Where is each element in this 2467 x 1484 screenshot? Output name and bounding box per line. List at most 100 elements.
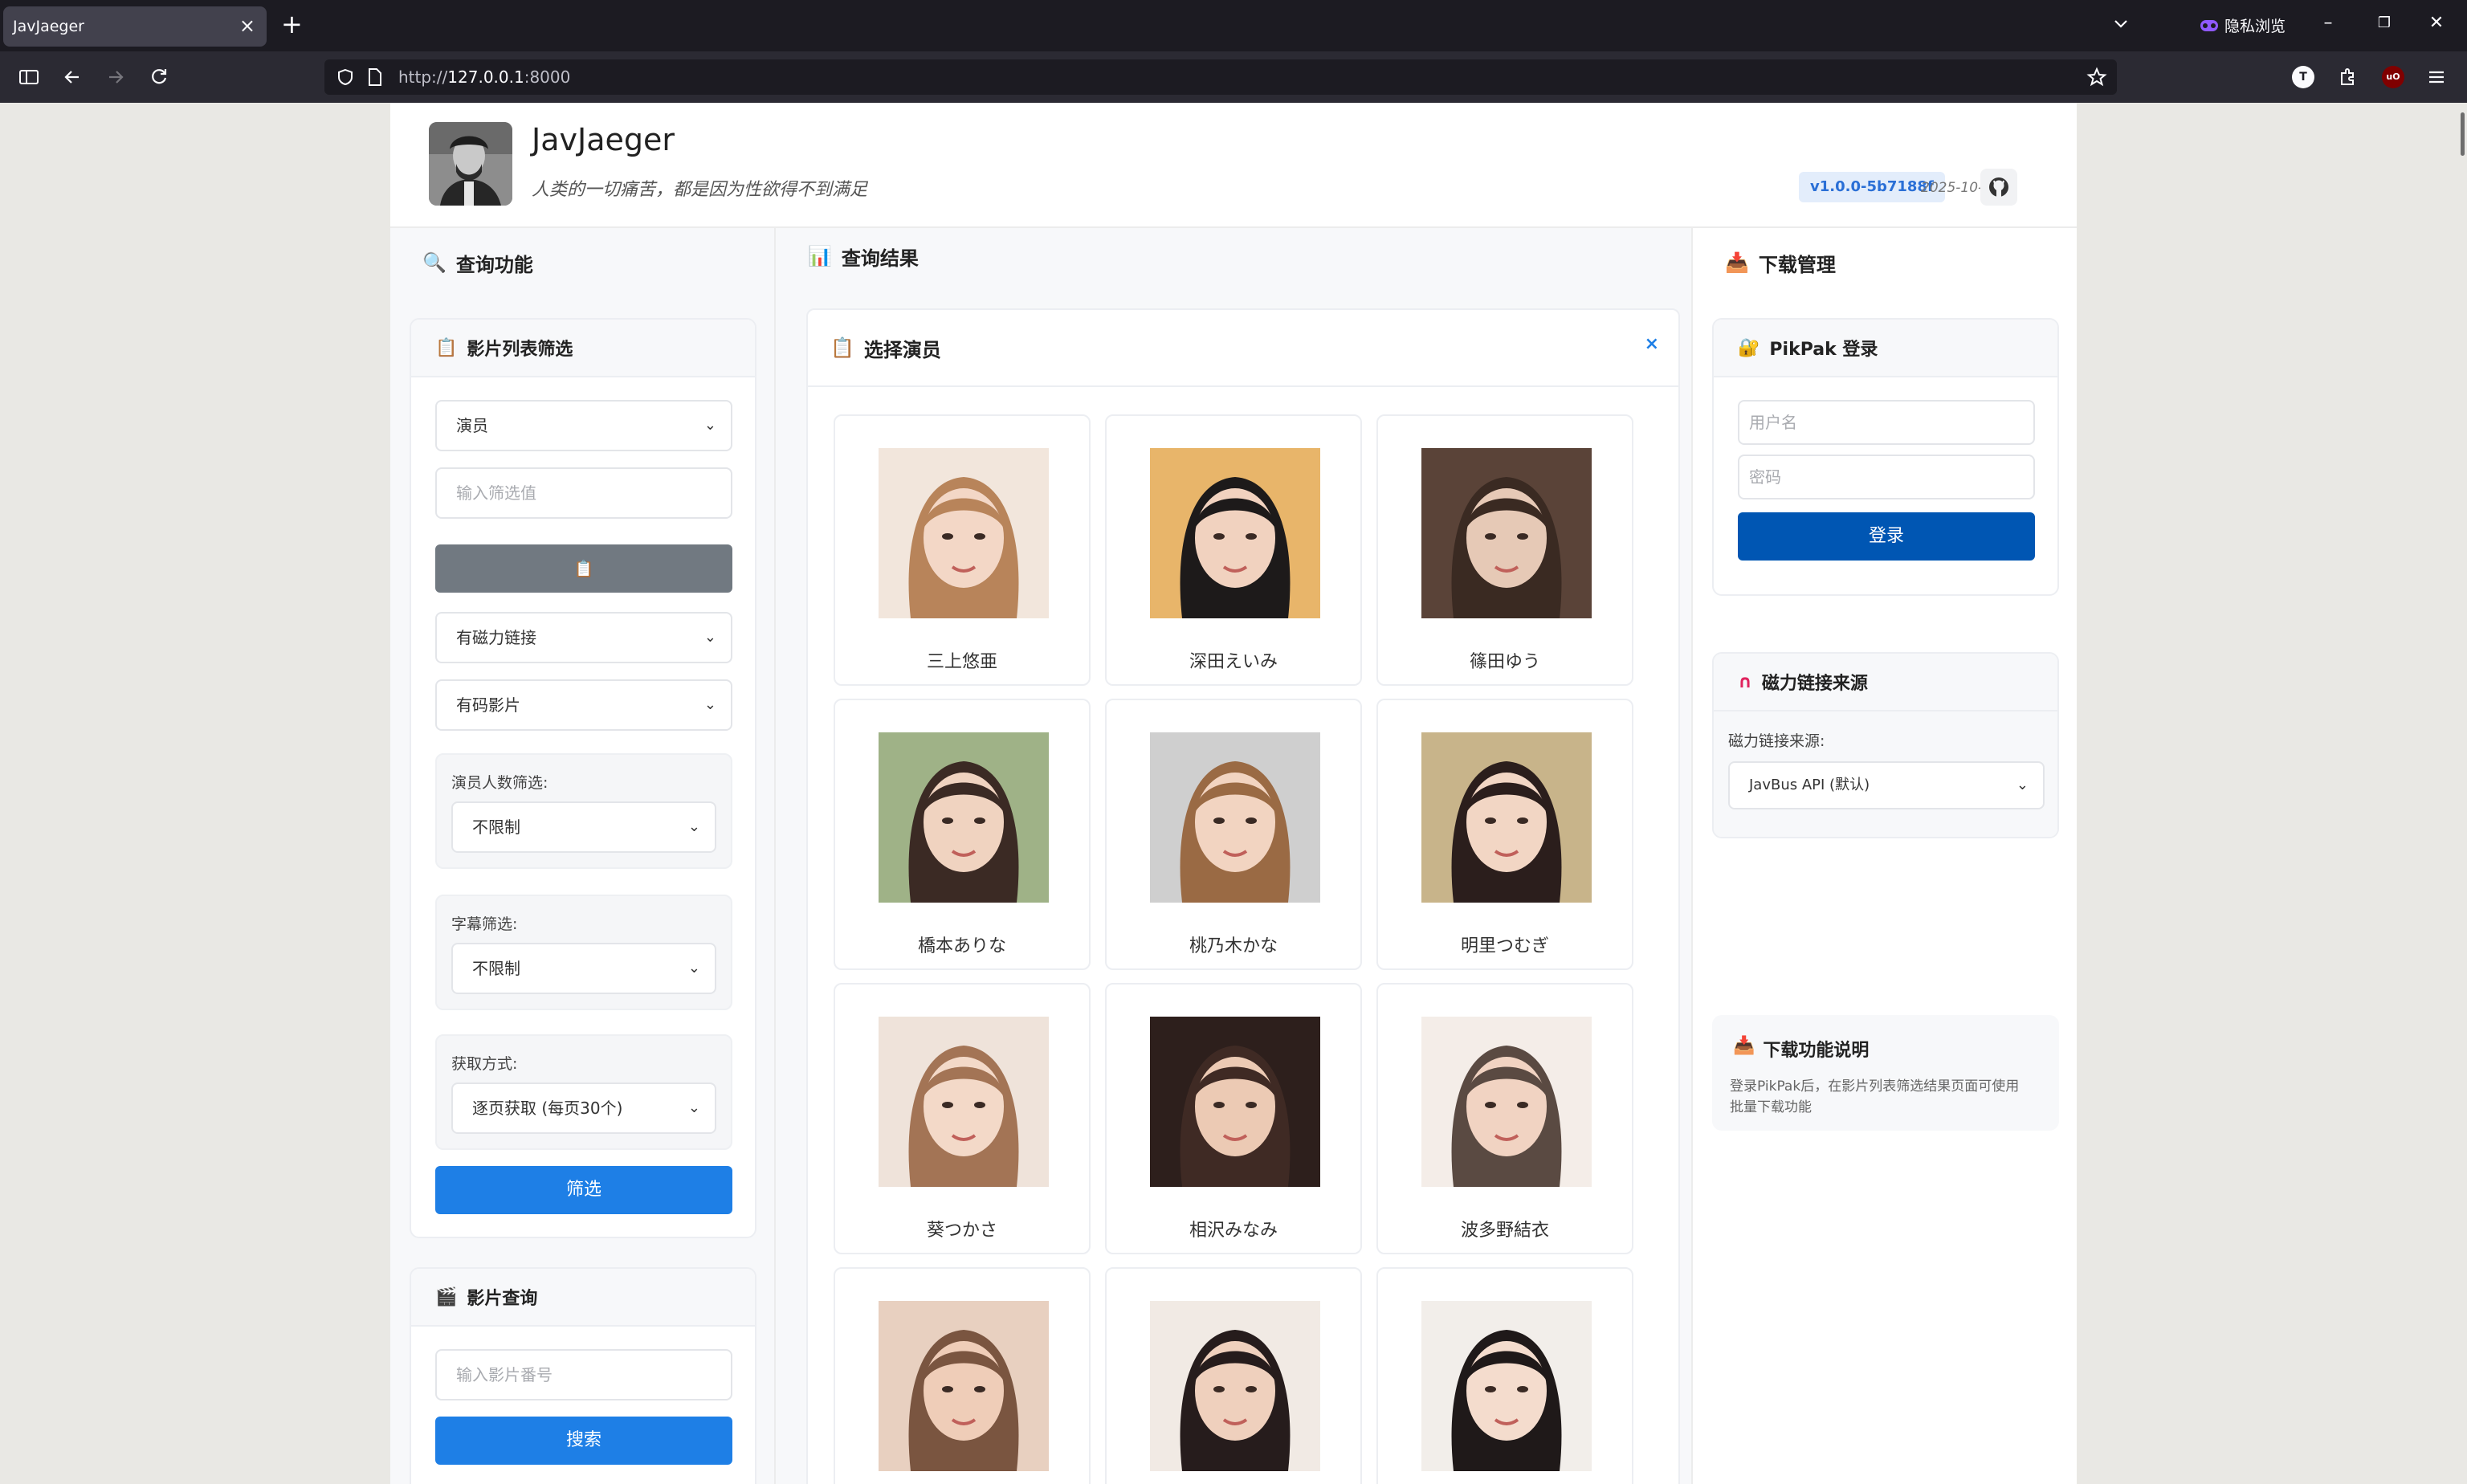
download-info-card: 📥 下载功能说明 登录PikPak后，在影片列表筛选结果页面可使用 批量下载功能 bbox=[1712, 1015, 2059, 1131]
menu-hamburger-icon[interactable] bbox=[2425, 66, 2448, 88]
actor-card[interactable] bbox=[834, 1267, 1091, 1484]
restore-icon[interactable]: ❐ bbox=[2373, 14, 2396, 37]
browser-tab[interactable]: JavJaeger × bbox=[3, 6, 267, 47]
select-actor-title: 选择演员 bbox=[863, 338, 941, 361]
censor-filter-value: 有码影片 bbox=[456, 695, 520, 715]
filter-type-value: 演员 bbox=[456, 416, 488, 435]
browser-nav-bar: http://127.0.0.1:8000 T uO bbox=[0, 51, 2467, 103]
extensions-puzzle-icon[interactable] bbox=[2337, 66, 2359, 88]
actor-card[interactable]: 三上悠亜 bbox=[834, 414, 1091, 686]
censor-filter-select[interactable]: 有码影片 ⌄ bbox=[435, 679, 732, 731]
actor-photo bbox=[1421, 1301, 1592, 1471]
download-section-title: 下载管理 bbox=[1758, 253, 1836, 276]
actor-card[interactable] bbox=[1376, 1267, 1633, 1484]
actor-card[interactable]: 橋本ありな bbox=[834, 699, 1091, 970]
fetch-mode-label: 获取方式: bbox=[451, 1055, 518, 1073]
url-host: 127.0.0.1 bbox=[447, 67, 524, 87]
filter-button[interactable]: 筛选 bbox=[435, 1166, 732, 1214]
download-icon: 📥 bbox=[1725, 251, 1749, 274]
page-scrollbar[interactable] bbox=[2461, 112, 2465, 156]
query-section-title: 查询功能 bbox=[455, 253, 533, 276]
github-icon bbox=[1989, 177, 2008, 197]
magnet-source-card: ∩ 磁力链接来源 磁力链接来源: JavBus API (默认) ⌄ bbox=[1712, 652, 2059, 838]
chevron-down-icon: ⌄ bbox=[703, 696, 716, 713]
ublock-origin-icon[interactable]: uO bbox=[2382, 66, 2404, 88]
magnet-source-select[interactable]: JavBus API (默认) ⌄ bbox=[1728, 761, 2045, 809]
actor-photo bbox=[879, 732, 1049, 903]
search-button[interactable]: 搜索 bbox=[435, 1417, 732, 1465]
actor-name: 橋本ありな bbox=[917, 936, 1006, 956]
filter-value-input[interactable]: 输入筛选值 bbox=[435, 467, 732, 519]
tab-close-icon[interactable]: × bbox=[239, 14, 255, 37]
magnet-filter-select[interactable]: 有磁力链接 ⌄ bbox=[435, 612, 732, 663]
pikpak-login-title: PikPak 登录 bbox=[1769, 340, 1878, 360]
site-header: JavJaeger 人类的一切痛苦，都是因为性欲得不到满足 v1.0.0-5b7… bbox=[390, 103, 2077, 228]
magnet-source-label: 磁力链接来源: bbox=[1728, 732, 1825, 750]
minimize-icon[interactable]: – bbox=[2317, 13, 2339, 35]
actor-card[interactable] bbox=[1105, 1267, 1362, 1484]
subtitle-filter-value: 不限制 bbox=[472, 959, 520, 978]
actor-card[interactable]: 波多野結衣 bbox=[1376, 983, 1633, 1254]
actor-count-select[interactable]: 不限制 ⌄ bbox=[451, 801, 716, 853]
subtitle-filter-label: 字幕筛选: bbox=[451, 915, 518, 933]
actor-name: 篠田ゆう bbox=[1469, 652, 1540, 672]
forward-icon[interactable] bbox=[104, 66, 127, 88]
actor-card[interactable]: 深田えいみ bbox=[1105, 414, 1362, 686]
url-bar[interactable]: http://127.0.0.1:8000 bbox=[324, 59, 2117, 95]
actor-card[interactable]: 篠田ゆう bbox=[1376, 414, 1633, 686]
actor-card[interactable]: 明里つむぎ bbox=[1376, 699, 1633, 970]
movie-code-input[interactable]: 输入影片番号 bbox=[435, 1349, 732, 1400]
bookmark-star-icon[interactable] bbox=[2086, 67, 2107, 88]
actor-photo bbox=[1150, 448, 1320, 618]
select-actor-header: 📋 选择演员 × bbox=[808, 310, 1678, 387]
github-button[interactable] bbox=[1980, 169, 2017, 206]
magnet-filter-value: 有磁力链接 bbox=[456, 628, 536, 647]
actor-photo bbox=[1421, 732, 1592, 903]
actor-name: 桃乃木かな bbox=[1189, 936, 1278, 956]
pikpak-login-header: 🔐 PikPak 登录 bbox=[1714, 320, 2057, 377]
lock-icon: 🔐 bbox=[1738, 337, 1760, 358]
subtitle-filter-select[interactable]: 不限制 ⌄ bbox=[451, 943, 716, 994]
sidebar-toggle-icon[interactable] bbox=[18, 66, 40, 88]
download-info-header: 📥 下载功能说明 bbox=[1733, 1036, 1869, 1062]
login-button[interactable]: 登录 bbox=[1738, 512, 2035, 561]
actor-list-button[interactable]: 📋 bbox=[435, 544, 732, 593]
chevron-down-icon: ⌄ bbox=[703, 417, 716, 434]
close-icon[interactable]: × bbox=[1645, 334, 1659, 354]
fetch-mode-value: 逐页获取 (每页30个) bbox=[472, 1099, 623, 1118]
translate-extension-icon[interactable]: T bbox=[2292, 66, 2314, 88]
back-icon[interactable] bbox=[61, 66, 84, 88]
results-section-title: 查询结果 bbox=[841, 247, 919, 270]
actor-photo bbox=[1421, 448, 1592, 618]
actor-count-filter-box: 演员人数筛选: 不限制 ⌄ bbox=[435, 753, 732, 869]
clipboard-icon: 📋 bbox=[830, 336, 854, 359]
shield-icon[interactable] bbox=[336, 67, 355, 87]
username-input[interactable]: 用户名 bbox=[1738, 400, 2035, 445]
actor-card[interactable]: 葵つかさ bbox=[834, 983, 1091, 1254]
site-avatar bbox=[429, 122, 512, 206]
chevron-down-icon: ⌄ bbox=[703, 629, 716, 646]
site-subtitle: 人类的一切痛苦，都是因为性欲得不到满足 bbox=[532, 180, 868, 200]
actor-card[interactable]: 桃乃木かな bbox=[1105, 699, 1362, 970]
chevron-down-icon[interactable] bbox=[2112, 14, 2130, 32]
download-info-line: 批量下载功能 bbox=[1730, 1099, 1812, 1115]
download-icon: 📥 bbox=[1733, 1036, 1755, 1056]
reload-icon[interactable] bbox=[148, 66, 170, 88]
clipboard-icon: 📋 bbox=[573, 559, 594, 578]
chevron-down-icon: ⌄ bbox=[2016, 777, 2029, 793]
private-mask-icon bbox=[2200, 19, 2218, 31]
magnet-source-title: 磁力链接来源 bbox=[1761, 674, 1868, 694]
window-close-icon[interactable]: ✕ bbox=[2425, 13, 2448, 35]
actor-count-value: 不限制 bbox=[472, 817, 520, 837]
download-info-title: 下载功能说明 bbox=[1763, 1041, 1870, 1061]
magnet-source-header: ∩ 磁力链接来源 bbox=[1714, 654, 2057, 711]
new-tab-icon[interactable]: + bbox=[281, 11, 303, 37]
actor-card[interactable]: 相沢みなみ bbox=[1105, 983, 1362, 1254]
filter-type-select[interactable]: 演员 ⌄ bbox=[435, 400, 732, 451]
password-input[interactable]: 密码 bbox=[1738, 455, 2035, 499]
url-text[interactable]: http://127.0.0.1:8000 bbox=[398, 67, 570, 87]
movie-search-card-header: 🎬 影片查询 bbox=[411, 1269, 755, 1327]
fetch-mode-select[interactable]: 逐页获取 (每页30个) ⌄ bbox=[451, 1082, 716, 1134]
actor-name: 相沢みなみ bbox=[1189, 1221, 1278, 1241]
query-section-header: 🔍 查询功能 bbox=[390, 228, 774, 297]
